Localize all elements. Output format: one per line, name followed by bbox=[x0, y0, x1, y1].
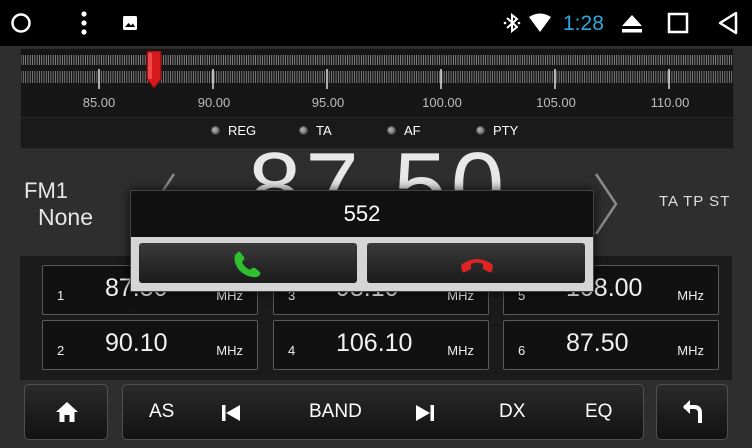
scale-label: 95.00 bbox=[311, 95, 345, 110]
incoming-call-dialog: 552 bbox=[130, 190, 594, 292]
seek-next-arrow-icon[interactable] bbox=[592, 172, 620, 236]
preset-frequency: 90.10 bbox=[105, 329, 168, 357]
band-button[interactable]: BAND bbox=[309, 401, 362, 423]
preset-frequency: 87.50 bbox=[566, 329, 629, 357]
preset-6-button[interactable]: 6 87.50 MHz bbox=[503, 320, 719, 370]
scale-label: 85.00 bbox=[82, 95, 116, 110]
preset-number: 2 bbox=[57, 343, 65, 358]
bluetooth-icon bbox=[503, 12, 521, 34]
preset-unit: MHz bbox=[447, 343, 474, 358]
back-icon[interactable] bbox=[717, 11, 739, 35]
preset-number: 4 bbox=[288, 343, 296, 358]
scale-label: 90.00 bbox=[197, 95, 231, 110]
return-button[interactable] bbox=[656, 384, 728, 440]
phone-answer-icon bbox=[234, 251, 261, 278]
preset-unit: MHz bbox=[677, 288, 704, 303]
indicator-light-icon bbox=[211, 126, 220, 135]
tuning-scale[interactable]: 85.00 90.00 95.00 100.00 105.00 110.00 bbox=[20, 48, 734, 118]
preset-number: 1 bbox=[57, 288, 65, 303]
phone-hangup-icon bbox=[461, 259, 493, 273]
wifi-icon bbox=[529, 13, 551, 32]
scale-label: 110.00 bbox=[650, 95, 690, 110]
preset-2-button[interactable]: 2 90.10 MHz bbox=[42, 320, 258, 370]
preset-number: 6 bbox=[518, 343, 526, 358]
preset-unit: MHz bbox=[677, 343, 704, 358]
tuning-scale-ticks bbox=[21, 55, 733, 89]
circle-home-icon[interactable] bbox=[10, 12, 32, 34]
eq-button[interactable]: EQ bbox=[585, 401, 612, 423]
auto-store-button[interactable]: AS bbox=[149, 401, 174, 423]
clock: 1:28 bbox=[563, 12, 604, 35]
reject-call-button[interactable] bbox=[367, 243, 585, 283]
answer-call-button[interactable] bbox=[139, 243, 357, 283]
return-arrow-icon bbox=[683, 400, 702, 423]
band-label: FM1 bbox=[24, 178, 68, 203]
image-notification-icon bbox=[123, 16, 137, 30]
scale-label: 105.00 bbox=[536, 95, 576, 110]
scale-label: 100.00 bbox=[422, 95, 462, 110]
control-bar: AS BAND DX EQ bbox=[122, 384, 644, 440]
seek-back-icon[interactable] bbox=[221, 404, 241, 422]
preset-unit: MHz bbox=[216, 343, 243, 358]
preset-frequency: 106.10 bbox=[336, 329, 413, 357]
overflow-menu-icon[interactable] bbox=[80, 11, 88, 35]
dx-button[interactable]: DX bbox=[499, 401, 525, 423]
caller-number: 552 bbox=[343, 201, 381, 226]
recent-apps-icon[interactable] bbox=[667, 12, 689, 34]
station-name: None bbox=[38, 204, 93, 230]
rds-flags: TA TP ST bbox=[659, 193, 731, 210]
status-bar: 1:28 bbox=[0, 0, 752, 46]
call-actions bbox=[131, 237, 593, 291]
eject-icon[interactable] bbox=[621, 13, 643, 35]
home-button[interactable] bbox=[24, 384, 108, 440]
preset-4-button[interactable]: 4 106.10 MHz bbox=[273, 320, 489, 370]
home-icon bbox=[56, 402, 78, 422]
tuning-needle[interactable] bbox=[145, 51, 163, 89]
seek-forward-icon[interactable] bbox=[415, 404, 435, 422]
